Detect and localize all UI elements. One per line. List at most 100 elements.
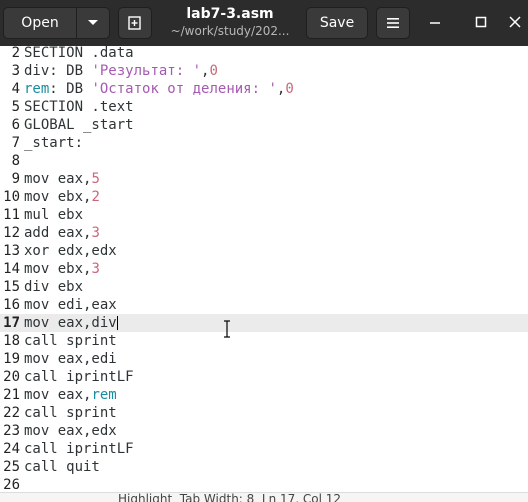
line-number: 17 — [3, 315, 20, 331]
code-line[interactable]: 19 mov eax,edi — [0, 350, 528, 368]
code-token: rem — [91, 387, 117, 403]
code-editor[interactable]: 2 SECTION .data 3 div: DB 'Результат: ',0 4 r… — [0, 46, 528, 492]
code-token: call sprint — [24, 405, 117, 421]
line-number: 19 — [3, 351, 20, 367]
code-text: div ebx — [20, 278, 83, 296]
code-line[interactable]: 26 — [0, 476, 528, 492]
code-line[interactable]: 20 call iprintLF — [0, 368, 528, 386]
code-token: call iprintLF — [24, 441, 134, 457]
code-line[interactable]: 23 mov eax,edx — [0, 422, 528, 440]
code-line[interactable]: 22 call sprint — [0, 404, 528, 422]
code-line[interactable]: 14 mov ebx,3 — [0, 260, 528, 278]
hamburger-menu-button[interactable] — [376, 7, 410, 39]
code-token: SECTION .text — [24, 99, 134, 115]
code-text: mul ebx — [20, 206, 83, 224]
line-number: 22 — [3, 405, 20, 421]
code-token: mov eax, — [24, 387, 92, 403]
window-title: lab7-3.asm ~/work/study/202... — [160, 5, 300, 39]
code-token: _start: — [24, 135, 84, 151]
new-document-button[interactable] — [118, 7, 152, 39]
code-line[interactable]: 16 mov edi,eax — [0, 296, 528, 314]
code-text: SECTION .text — [20, 98, 134, 116]
code-text: mov eax,edi — [20, 350, 117, 368]
hamburger-icon — [387, 18, 399, 28]
code-text: mov ebx,2 — [20, 188, 100, 206]
code-text: call sprint — [20, 404, 117, 422]
code-line[interactable]: 18 call sprint — [0, 332, 528, 350]
code-token: rem — [24, 81, 50, 97]
code-line[interactable]: 7 _start: — [0, 134, 528, 152]
code-token: mov eax,div — [24, 315, 117, 331]
code-line[interactable]: 4 rem: DB 'Остаток от деления: ',0 — [0, 80, 528, 98]
code-line[interactable]: 10 mov ebx,2 — [0, 188, 528, 206]
code-line[interactable]: 11 mul ebx — [0, 206, 528, 224]
line-number: 8 — [11, 153, 20, 169]
open-menu-button[interactable] — [76, 7, 110, 39]
code-token: 5 — [91, 171, 100, 187]
save-button[interactable]: Save — [306, 7, 368, 39]
code-text: mov eax,div — [20, 314, 117, 332]
code-text: call sprint — [20, 332, 117, 350]
code-text: mov eax,edx — [20, 422, 117, 440]
line-number: 5 — [11, 99, 20, 115]
code-line[interactable]: 21 mov eax,rem — [0, 386, 528, 404]
line-number: 15 — [3, 279, 20, 295]
code-token: mov ebx, — [24, 261, 92, 277]
code-line[interactable]: 13 xor edx,edx — [0, 242, 528, 260]
line-number: 4 — [11, 81, 20, 97]
code-line[interactable]: 17 mov eax,div — [0, 314, 528, 332]
line-number: 24 — [3, 441, 20, 457]
code-token: GLOBAL _start — [24, 117, 134, 133]
maximize-icon[interactable] — [470, 11, 492, 33]
code-line[interactable]: 6 GLOBAL _start — [0, 116, 528, 134]
code-line[interactable]: 3 div: DB 'Результат: ',0 — [0, 62, 528, 80]
code-token: mov edi,eax — [24, 297, 117, 313]
line-number: 6 — [11, 117, 20, 133]
code-token: call sprint — [24, 333, 117, 349]
minimize-icon[interactable] — [424, 11, 446, 33]
code-line[interactable]: 8 — [0, 152, 528, 170]
line-number: 25 — [3, 459, 20, 475]
line-number: 11 — [3, 207, 20, 223]
code-text: mov eax,5 — [20, 170, 100, 188]
line-number: 12 — [3, 225, 20, 241]
line-number: 9 — [11, 171, 20, 187]
line-number: 26 — [3, 477, 20, 492]
document-path: ~/work/study/202... — [170, 24, 290, 38]
code-line[interactable]: 2 SECTION .data — [0, 46, 528, 62]
code-line[interactable]: 25 call quit — [0, 458, 528, 476]
code-line[interactable]: 12 add eax,3 — [0, 224, 528, 242]
code-token: 'Остаток от деления: ' — [91, 81, 277, 97]
code-text: call iprintLF — [20, 368, 134, 386]
code-token: 0 — [209, 63, 218, 79]
line-number: 10 — [3, 189, 20, 205]
line-number: 20 — [3, 369, 20, 385]
code-token: mov eax,edi — [24, 351, 117, 367]
code-token: 2 — [91, 189, 100, 205]
code-token: 3 — [91, 225, 100, 241]
line-number: 13 — [3, 243, 20, 259]
line-number: 3 — [11, 63, 20, 79]
code-text: add eax,3 — [20, 224, 100, 242]
code-token: call quit — [24, 459, 100, 475]
chevron-down-icon — [88, 20, 98, 25]
code-token: SECTION .data — [24, 46, 134, 61]
code-token: mul ebx — [24, 207, 84, 223]
line-number: 18 — [3, 333, 20, 349]
new-document-icon — [128, 16, 141, 30]
code-line[interactable]: 9 mov eax,5 — [0, 170, 528, 188]
code-token: add eax, — [24, 225, 92, 241]
code-token: call iprintLF — [24, 369, 134, 385]
code-text: mov edi,eax — [20, 296, 117, 314]
code-line[interactable]: 24 call iprintLF — [0, 440, 528, 458]
close-icon[interactable] — [504, 11, 526, 33]
code-line[interactable]: 5 SECTION .text — [0, 98, 528, 116]
code-line[interactable]: 15 div ebx — [0, 278, 528, 296]
text-cursor-icon — [224, 320, 230, 338]
code-text: rem: DB 'Остаток от деления: ',0 — [20, 80, 294, 98]
code-token: mov eax, — [24, 171, 92, 187]
code-text: SECTION .data — [20, 46, 134, 62]
code-text: mov ebx,3 — [20, 260, 100, 278]
open-button[interactable]: Open — [3, 7, 77, 39]
code-text: mov eax,rem — [20, 386, 117, 404]
